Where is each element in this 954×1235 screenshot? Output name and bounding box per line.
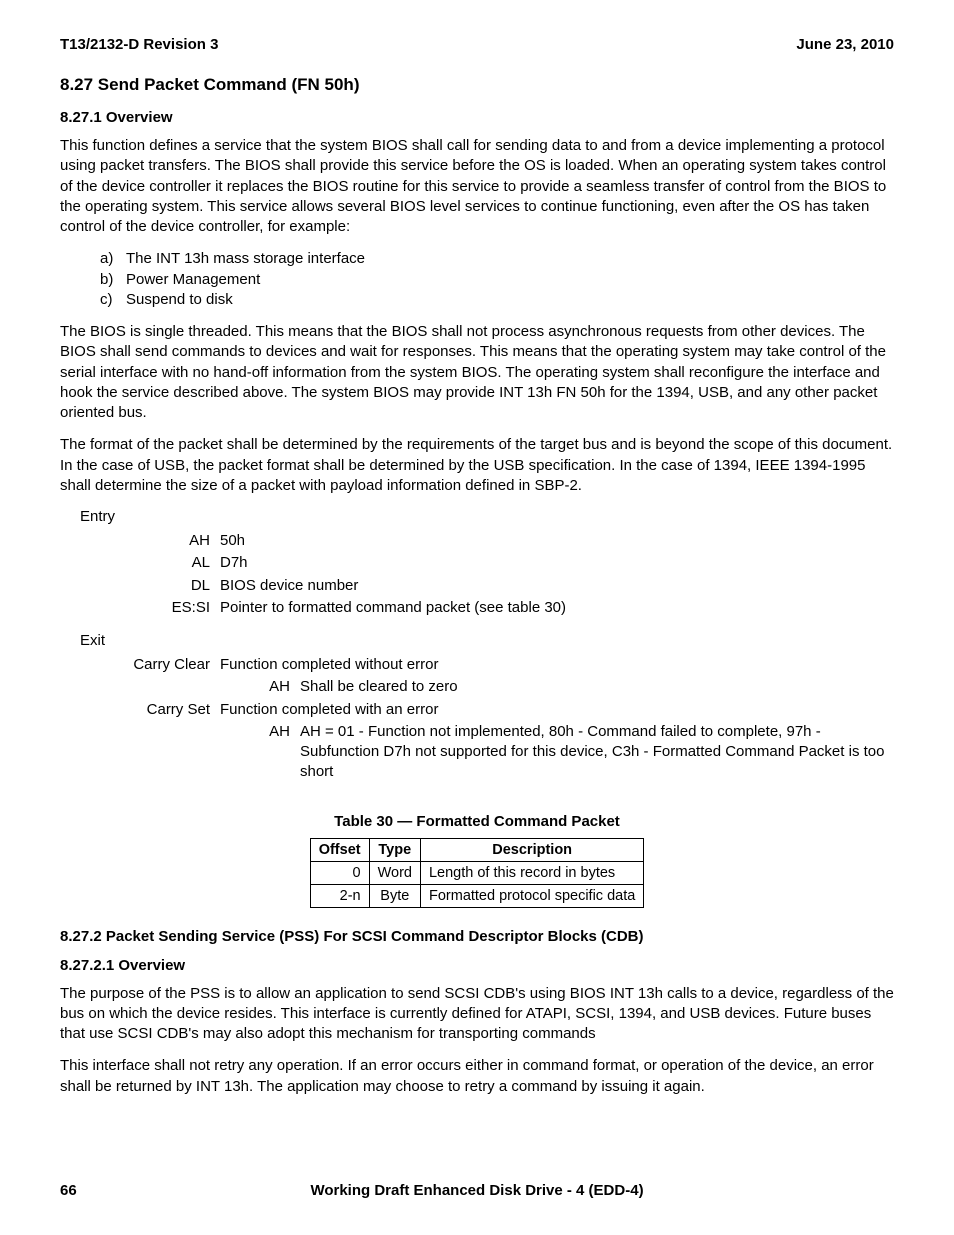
- reg-value: AH = 01 - Function not implemented, 80h …: [300, 722, 894, 783]
- register-row: AH Shall be cleared to zero: [80, 677, 894, 697]
- footer-spacer: [834, 1182, 894, 1199]
- list-item: a) The INT 13h mass storage interface: [100, 249, 894, 269]
- table-row: 2-n Byte Formatted protocol specific dat…: [310, 884, 644, 907]
- paragraph: The BIOS is single threaded. This means …: [60, 322, 894, 423]
- cell-offset: 2-n: [310, 884, 369, 907]
- reg-name: AH: [80, 531, 220, 551]
- subsection-title: 8.27.2 Packet Sending Service (PSS) For …: [60, 928, 894, 945]
- list-text: The INT 13h mass storage interface: [126, 249, 365, 269]
- entry-label: Entry: [80, 508, 894, 525]
- command-packet-table: Offset Type Description 0 Word Length of…: [310, 838, 645, 908]
- reg-value: D7h: [220, 553, 894, 573]
- paragraph: This function defines a service that the…: [60, 136, 894, 237]
- register-row: AH 50h: [80, 531, 894, 551]
- paragraph: The format of the packet shall be determ…: [60, 435, 894, 496]
- reg-name: AH: [80, 677, 300, 697]
- carry-set-text: Function completed with an error: [220, 700, 894, 720]
- reg-name: AL: [80, 553, 220, 573]
- reg-name: DL: [80, 576, 220, 596]
- register-row: AL D7h: [80, 553, 894, 573]
- page-number: 66: [60, 1182, 120, 1199]
- register-row: AH AH = 01 - Function not implemented, 8…: [80, 722, 894, 783]
- overview-title: 8.27.1 Overview: [60, 109, 894, 126]
- col-type: Type: [369, 838, 420, 861]
- carry-clear-label: Carry Clear: [80, 655, 220, 675]
- reg-value: BIOS device number: [220, 576, 894, 596]
- example-list: a) The INT 13h mass storage interface b)…: [100, 249, 894, 310]
- reg-value: Pointer to formatted command packet (see…: [220, 598, 894, 618]
- col-offset: Offset: [310, 838, 369, 861]
- col-desc: Description: [420, 838, 643, 861]
- list-item: b) Power Management: [100, 270, 894, 290]
- paragraph: The purpose of the PSS is to allow an ap…: [60, 984, 894, 1045]
- register-row: Carry Clear Function completed without e…: [80, 655, 894, 675]
- footer-title: Working Draft Enhanced Disk Drive - 4 (E…: [120, 1182, 834, 1199]
- paragraph: This interface shall not retry any opera…: [60, 1056, 894, 1097]
- cell-desc: Formatted protocol specific data: [420, 884, 643, 907]
- register-row: DL BIOS device number: [80, 576, 894, 596]
- cell-type: Word: [369, 861, 420, 884]
- list-text: Suspend to disk: [126, 290, 233, 310]
- list-label: c): [100, 290, 126, 310]
- document-page: T13/2132-D Revision 3 June 23, 2010 8.27…: [0, 0, 954, 1235]
- exit-label: Exit: [80, 632, 894, 649]
- register-row: ES:SI Pointer to formatted command packe…: [80, 598, 894, 618]
- cell-desc: Length of this record in bytes: [420, 861, 643, 884]
- carry-set-label: Carry Set: [80, 700, 220, 720]
- subsection-overview-title: 8.27.2.1 Overview: [60, 957, 894, 974]
- cell-type: Byte: [369, 884, 420, 907]
- list-label: b): [100, 270, 126, 290]
- exit-registers: Carry Clear Function completed without e…: [80, 655, 894, 783]
- carry-clear-text: Function completed without error: [220, 655, 894, 675]
- reg-name: AH: [80, 722, 300, 742]
- table-header-row: Offset Type Description: [310, 838, 644, 861]
- header-right: June 23, 2010: [796, 36, 894, 53]
- table-row: 0 Word Length of this record in bytes: [310, 861, 644, 884]
- reg-value: Shall be cleared to zero: [300, 677, 894, 697]
- register-row: Carry Set Function completed with an err…: [80, 700, 894, 720]
- reg-value: 50h: [220, 531, 894, 551]
- page-header: T13/2132-D Revision 3 June 23, 2010: [60, 36, 894, 53]
- cell-offset: 0: [310, 861, 369, 884]
- entry-registers: AH 50h AL D7h DL BIOS device number ES:S…: [80, 531, 894, 618]
- list-item: c) Suspend to disk: [100, 290, 894, 310]
- list-text: Power Management: [126, 270, 260, 290]
- table-caption: Table 30 — Formatted Command Packet: [60, 813, 894, 830]
- page-footer: 66 Working Draft Enhanced Disk Drive - 4…: [60, 1182, 894, 1199]
- list-label: a): [100, 249, 126, 269]
- section-title: 8.27 Send Packet Command (FN 50h): [60, 75, 894, 95]
- reg-name: ES:SI: [80, 598, 220, 618]
- header-left: T13/2132-D Revision 3: [60, 36, 218, 53]
